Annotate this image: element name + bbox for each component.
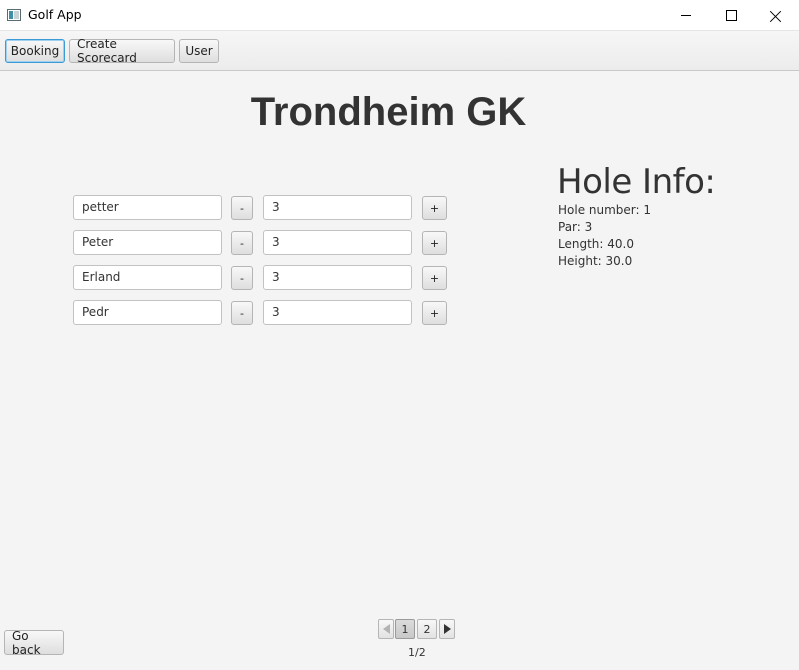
hole-info-title: Hole Info: — [557, 162, 716, 202]
user-button[interactable]: User — [179, 39, 219, 63]
create-scorecard-button[interactable]: Create Scorecard — [69, 37, 175, 65]
hole-number-label: Hole number: 1 — [558, 203, 652, 217]
player-name-field[interactable]: Pedr — [73, 300, 222, 325]
decrement-score-button[interactable]: - — [231, 231, 253, 255]
score-field[interactable]: 3 — [263, 265, 412, 290]
close-icon — [770, 10, 782, 22]
window-title: Golf App — [28, 7, 82, 22]
window-titlebar: Golf App — [0, 0, 799, 31]
maximize-icon — [725, 10, 737, 21]
toolbar: Booking Create Scorecard User — [0, 31, 799, 71]
minimize-icon — [681, 15, 691, 16]
increment-score-button[interactable]: + — [422, 266, 447, 290]
app-window-icon — [7, 9, 21, 21]
go-back-button[interactable]: Go back — [4, 629, 64, 657]
booking-button[interactable]: Booking — [5, 39, 65, 63]
decrement-score-button[interactable]: - — [231, 266, 253, 290]
next-page-button[interactable] — [439, 619, 455, 639]
chevron-left-icon — [382, 624, 390, 634]
course-title: Trondheim GK — [250, 90, 527, 134]
height-label: Height: 30.0 — [558, 254, 633, 268]
score-field[interactable]: 3 — [263, 230, 412, 255]
maximize-button[interactable] — [708, 0, 754, 31]
player-name-field[interactable]: Erland — [73, 265, 222, 290]
increment-score-button[interactable]: + — [422, 231, 447, 255]
chevron-right-icon — [443, 624, 451, 634]
length-label: Length: 40.0 — [558, 237, 634, 251]
increment-score-button[interactable]: + — [422, 301, 447, 325]
player-name-field[interactable]: Peter — [73, 230, 222, 255]
decrement-score-button[interactable]: - — [231, 301, 253, 325]
close-button[interactable] — [753, 0, 799, 31]
score-field[interactable]: 3 — [263, 195, 412, 220]
page-button-2[interactable]: 2 — [417, 619, 437, 639]
increment-score-button[interactable]: + — [422, 196, 447, 220]
minimize-button[interactable] — [663, 0, 709, 31]
score-field[interactable]: 3 — [263, 300, 412, 325]
decrement-score-button[interactable]: - — [231, 196, 253, 220]
page-button-1[interactable]: 1 — [395, 619, 415, 639]
page-indicator: 1/2 — [408, 646, 426, 659]
par-label: Par: 3 — [558, 220, 593, 234]
player-name-field[interactable]: petter — [73, 195, 222, 220]
previous-page-button[interactable] — [378, 619, 394, 639]
